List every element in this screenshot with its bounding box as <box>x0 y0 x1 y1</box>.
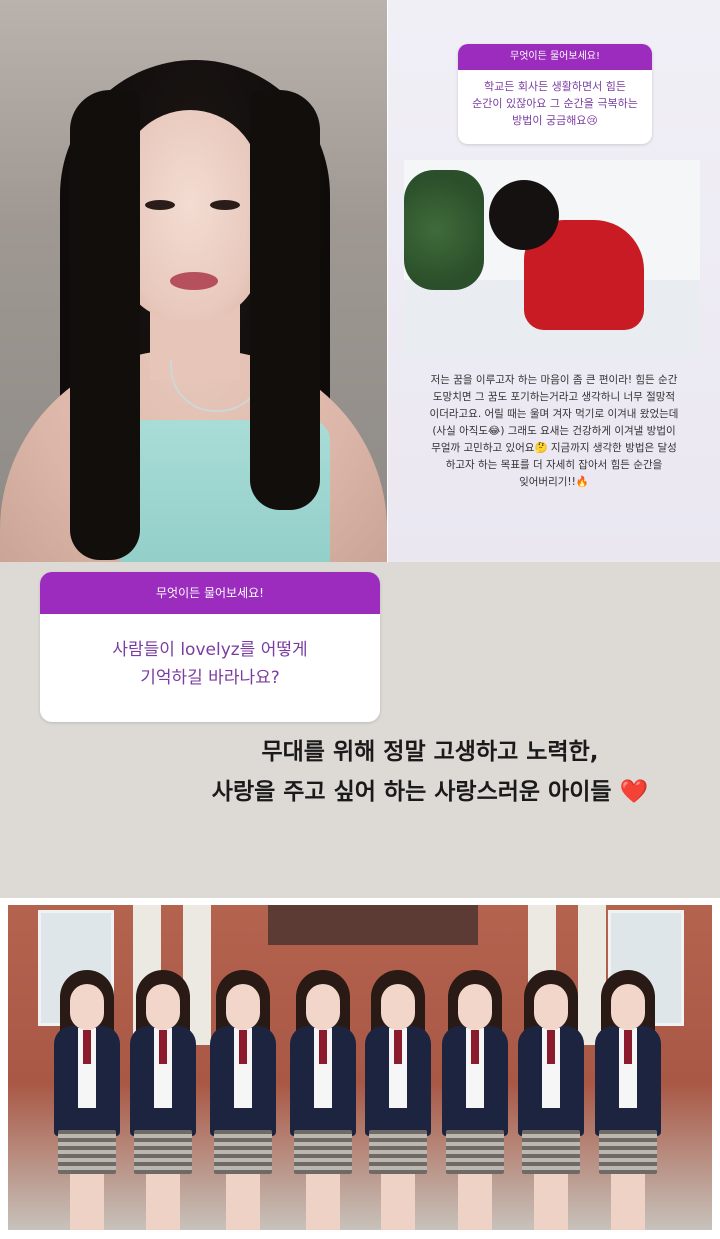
building-roof <box>268 905 478 945</box>
story-middle: 무엇이든 물어보세요! 사람들이 lovelyz를 어떻게 기억하길 바라나요?… <box>0 562 720 898</box>
question-header: 무엇이든 물어보세요! <box>40 572 380 614</box>
portrait-hair-left <box>70 90 140 560</box>
member-figure <box>593 970 663 1230</box>
member-figure <box>363 970 433 1230</box>
answer-text-top: 저는 꿈을 이루고자 하는 마음이 좀 큰 편이라! 힘든 순간 도망치면 그 … <box>429 374 679 488</box>
question-header: 무엇이든 물어보세요! <box>458 44 652 70</box>
member-figure <box>208 970 278 1230</box>
portrait-eye-right <box>210 200 240 210</box>
answer-line-1: 무대를 위해 정말 고생하고 노력한, <box>261 739 599 765</box>
question-card-middle: 무엇이든 물어보세요! 사람들이 lovelyz를 어떻게 기억하길 바라나요? <box>40 572 380 722</box>
answer-line-2: 사랑을 주고 싶어 하는 사랑스러운 아이들 <box>211 779 612 805</box>
photo-head <box>489 180 559 250</box>
photo-bush <box>404 170 484 290</box>
member-figure <box>128 970 198 1230</box>
group-photo <box>8 905 712 1230</box>
member-figure <box>52 970 122 1230</box>
story-photo <box>404 160 700 356</box>
question-text: 사람들이 lovelyz를 어떻게 기억하길 바라나요? <box>112 640 308 688</box>
portrait-lips <box>170 272 218 290</box>
answer-text-middle: 무대를 위해 정말 고생하고 노력한, 사랑을 주고 싶어 하는 사랑스러운 아… <box>150 732 710 812</box>
answer-line-2-wrap: 사랑을 주고 싶어 하는 사랑스러운 아이들 ❤️ <box>150 772 710 812</box>
portrait-eye-left <box>145 200 175 210</box>
portrait-photo <box>0 0 387 562</box>
member-figure <box>440 970 510 1230</box>
member-figure <box>288 970 358 1230</box>
heart-icon: ❤️ <box>619 779 649 805</box>
portrait-hair-right <box>250 90 320 510</box>
story-panel-top: 무엇이든 물어보세요! 학교든 회사든 생활하면서 힘든 순간이 있잖아요 그 … <box>388 0 720 562</box>
question-card-top: 무엇이든 물어보세요! 학교든 회사든 생활하면서 힘든 순간이 있잖아요 그 … <box>458 44 652 144</box>
question-text: 학교든 회사든 생활하면서 힘든 순간이 있잖아요 그 순간을 극복하는 방법이… <box>472 80 638 127</box>
member-figure <box>516 970 586 1230</box>
